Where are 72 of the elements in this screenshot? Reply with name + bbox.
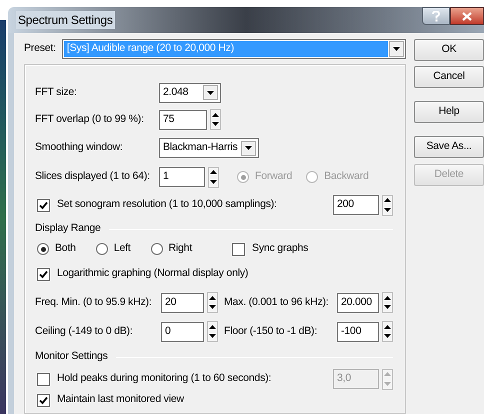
group-heading: Monitor Settings (35, 349, 108, 364)
down-arrow-icon (245, 146, 252, 150)
number-field[interactable]: 200 (333, 195, 379, 215)
checkbox-label: Logarithmic graphing (Normal display only) (57, 266, 248, 282)
group-heading: Display Range (35, 221, 101, 236)
spin-buttons[interactable] (382, 194, 393, 216)
dialog-button[interactable]: Help (414, 101, 484, 123)
spin-buttons[interactable] (208, 166, 219, 188)
spin-buttons[interactable] (207, 292, 218, 313)
checkbox[interactable] (232, 242, 246, 256)
down-arrow-icon (209, 334, 216, 338)
field-label: Smoothing window: (35, 140, 124, 156)
spin-buttons[interactable] (382, 321, 393, 342)
field-label: Max. (0.001 to 96 kHz): (224, 294, 330, 310)
number-field[interactable]: 20 (161, 292, 204, 312)
up-arrow-icon (210, 170, 217, 174)
checkbox[interactable] (37, 394, 50, 406)
down-arrow-icon (210, 180, 217, 184)
up-arrow-icon (209, 296, 216, 300)
checkbox-label: Hold peaks during monitoring (1 to 60 seconds): (57, 371, 272, 386)
question-mark-icon (432, 10, 440, 22)
down-arrow-icon (384, 382, 391, 386)
window-title: Spectrum Settings (16, 11, 115, 29)
up-arrow-icon (384, 296, 391, 300)
radio-label: Left (114, 241, 131, 256)
field-label: Slices displayed (1 to 64): (35, 169, 151, 184)
down-arrow-icon (207, 90, 214, 94)
dialog-button[interactable]: Cancel (414, 66, 484, 88)
spin-buttons[interactable] (207, 321, 218, 342)
number-field[interactable]: 1 (159, 167, 205, 187)
number-field[interactable]: 0 (161, 322, 204, 342)
radio-button[interactable] (150, 243, 163, 255)
close-icon (462, 12, 472, 20)
field-label: Ceiling (-149 to 0 dB): (35, 324, 134, 339)
field-label: Freq. Min. (0 to 95.9 kHz): (35, 294, 153, 310)
radio-label: Right (168, 241, 192, 256)
field-label: FFT overlap (0 to 99 %): (35, 112, 145, 127)
field-label: Floor (-150 to -1 dB): (224, 324, 318, 339)
close-button[interactable] (450, 7, 484, 25)
radio-label: Backward (324, 169, 369, 184)
dialog-button[interactable]: OK (414, 39, 484, 61)
down-arrow-icon (384, 208, 391, 212)
down-arrow-icon (384, 305, 391, 310)
radio-button[interactable] (96, 243, 108, 255)
checkbox[interactable] (37, 198, 50, 212)
up-arrow-icon (212, 112, 219, 117)
help-title-button[interactable] (422, 7, 450, 25)
checkbox[interactable] (37, 268, 50, 280)
number-field[interactable]: -100 (337, 322, 379, 342)
number-field[interactable]: 20.000 (337, 292, 379, 312)
radio-label: Forward (255, 169, 292, 184)
radio-button[interactable] (37, 243, 49, 255)
field-label: FFT size: (35, 84, 78, 100)
dropdown[interactable]: Blackman-Harris (159, 138, 259, 158)
dialog-button[interactable]: Save As... (414, 136, 484, 158)
down-arrow-icon (384, 334, 391, 338)
down-arrow-icon (212, 122, 219, 126)
checkbox-label: Maintain last monitored view (57, 392, 184, 408)
up-arrow-icon (384, 372, 391, 376)
down-arrow-icon (209, 305, 216, 310)
number-field[interactable]: 75 (159, 110, 207, 130)
spin-buttons[interactable] (382, 292, 393, 313)
up-arrow-icon (384, 198, 391, 202)
checkbox-label: Set sonogram resolution (1 to 10,000 samplings): (57, 197, 277, 212)
checkbox-label: Sync graphs (252, 241, 308, 256)
field-label: Preset: (24, 41, 56, 56)
radio-label: Both (55, 241, 76, 256)
down-arrow-icon (393, 47, 400, 51)
dropdown[interactable]: 2.048 (159, 82, 221, 102)
up-arrow-icon (384, 324, 391, 329)
up-arrow-icon (209, 324, 216, 329)
spin-buttons[interactable] (210, 109, 221, 130)
